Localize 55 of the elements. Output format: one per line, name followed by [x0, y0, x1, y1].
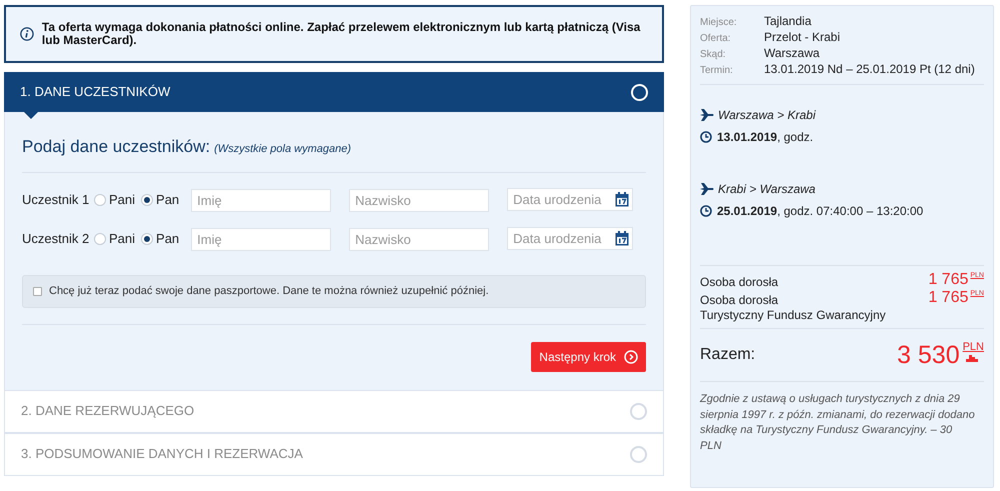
plane-icon: [700, 109, 714, 121]
flight-route: Warszawa > Krabi: [718, 107, 816, 124]
form-hint: (Wszystkie pola wymagane): [214, 142, 351, 157]
price-amount: 1 765: [928, 290, 968, 306]
step-title: 3. PODSUMOWANIE DANYCH I REZERWACJA: [21, 445, 303, 464]
first-name-field[interactable]: Imię: [191, 188, 332, 212]
fund-note: Zgodnie z ustawą o usługach turystycznych z dnia 29 sierpnia 1997 r. z późn. zmianami, do rezerwacji dodano składkę na Turystyczny Fundusz Gwarancyjny. – 30 PLN: [700, 392, 976, 454]
last-name-field[interactable]: Nazwisko: [349, 228, 490, 250]
currency-link[interactable]: PLN: [962, 341, 984, 353]
detail-value: Tajlandia: [764, 14, 812, 29]
info-icon: [20, 26, 34, 42]
step-header[interactable]: 3. PODSUMOWANIE DANYCH I REZERWACJA: [4, 432, 664, 476]
first-name-field[interactable]: Imię: [191, 228, 332, 250]
flight-time: 25.01.2019, godz. 07:40:00 – 13:20:00: [717, 203, 924, 220]
last-name-field[interactable]: Nazwisko: [349, 188, 490, 212]
detail-value: Przelot - Krabi: [764, 30, 840, 45]
next-step-button[interactable]: Następny krok: [531, 342, 646, 372]
form-heading: Podaj dane uczestników:: [22, 136, 210, 158]
gender-radio[interactable]: Pani: [94, 229, 136, 249]
participant-label: Uczestnik 2: [22, 230, 90, 248]
birth-date-field[interactable]: Data urodzenia: [507, 188, 634, 211]
step-status-icon: [630, 402, 647, 420]
price-label: Osoba dorosła: [700, 274, 778, 290]
clock-icon: [700, 131, 712, 143]
passport-label: Chcę już teraz podać swoje dane paszportowe. Dane te można również uzupełnić później.: [49, 284, 489, 299]
step-status-icon: [630, 446, 647, 462]
gender-radio[interactable]: Pan: [141, 190, 180, 210]
clock-icon: [700, 205, 712, 217]
plane-icon: [700, 183, 714, 195]
step-title: 1. DANE UCZESTNIKÓW: [20, 83, 170, 102]
gender-radio[interactable]: Pan: [141, 229, 180, 249]
participant-label: Uczestnik 1: [22, 191, 90, 210]
total-label: Razem:: [700, 345, 756, 365]
total-amount: 3 530: [897, 341, 960, 369]
gender-radio[interactable]: Pani: [94, 190, 136, 210]
flight-time: 13.01.2019, godz.: [717, 129, 814, 146]
price-amount: 1 765: [928, 272, 968, 288]
detail-label: Miejsce:: [700, 16, 738, 30]
detail-label: Oferta:: [700, 32, 732, 46]
step-status-icon: [631, 84, 648, 100]
detail-value: Warszawa: [764, 46, 820, 61]
step-title: 2. DANE REZERWUJĄCEGO: [21, 402, 194, 420]
detail-value: 13.01.2019 Nd – 25.01.2019 Pt (12 dni): [764, 62, 975, 77]
notice-text: Ta oferta wymaga dokonania płatności online. Zapłać przelewem elektronicznym lub kartą płatniczą (Visa lub MasterCard).: [42, 21, 642, 47]
birth-date-field[interactable]: Data urodzenia: [507, 227, 634, 250]
flight-route: Krabi > Warszawa: [718, 181, 816, 198]
calendar-icon[interactable]: [615, 231, 630, 246]
detail-label: Termin:: [700, 64, 734, 78]
fund-label: Turystyczny Fundusz Gwarancyjny: [700, 308, 887, 322]
detail-label: Skąd:: [700, 48, 727, 62]
price-label: Osoba dorosła: [700, 292, 778, 308]
step-header[interactable]: 2. DANE REZERWUJĄCEGO: [4, 390, 664, 432]
chevron-circle-icon: [624, 350, 638, 364]
passport-checkbox[interactable]: [33, 286, 42, 296]
calendar-icon[interactable]: [615, 192, 630, 207]
